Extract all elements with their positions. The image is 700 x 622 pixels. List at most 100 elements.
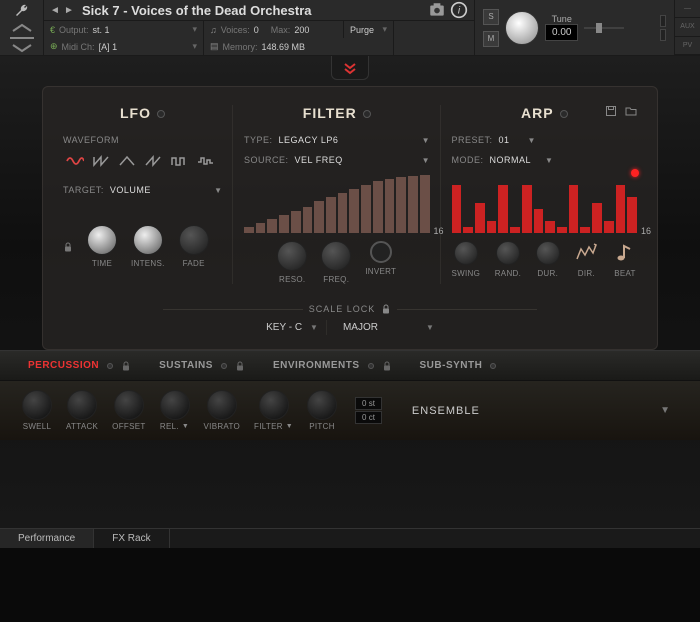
lfo-led[interactable] <box>157 110 165 118</box>
filter-section: FILTER TYPE: LEGACY LP6 ▼ SOURCE: VEL FR… <box>244 105 430 284</box>
main-area: LFO WAVEFORM TARGET: VOLUME ▼ <box>0 56 700 528</box>
pitch-readout: 0 st 0 ct <box>355 397 382 424</box>
volume-slider[interactable] <box>584 20 624 36</box>
filter-reso-knob[interactable] <box>277 241 307 271</box>
arp-dir-button[interactable] <box>574 241 598 265</box>
expand-badge[interactable] <box>331 56 369 80</box>
instrument-title: Sick 7 - Voices of the Dead Orchestra <box>76 3 426 18</box>
tab-sustains[interactable]: SUSTAINS <box>159 360 245 371</box>
filter-knob[interactable] <box>259 390 289 420</box>
prev-instrument-button[interactable]: ◄ <box>48 3 62 17</box>
instrument-header: ◄ ► Sick 7 - Voices of the Dead Orchestr… <box>0 0 700 56</box>
brand-logo <box>7 23 37 53</box>
footer-tabs: Performance FX Rack <box>0 528 700 548</box>
filter-source-row[interactable]: SOURCE: VEL FREQ ▼ <box>244 155 430 165</box>
lock-icon[interactable] <box>63 242 73 252</box>
layer-tabs: PERCUSSION SUSTAINS ENVIRONMENTS SUB-SYN… <box>0 350 700 380</box>
filter-freq-knob[interactable] <box>321 241 351 271</box>
filter-title: FILTER <box>244 105 430 121</box>
aux-button[interactable]: AUX <box>675 18 700 36</box>
waveform-selector <box>63 151 222 171</box>
arp-preset-row[interactable]: PRESET: 01 ▼ <box>452 135 638 145</box>
chevron-down-icon: ▼ <box>422 156 430 165</box>
wave-random[interactable] <box>193 151 217 171</box>
vibrato-knob[interactable] <box>207 390 237 420</box>
tab-subsynth[interactable]: SUB-SYNTH <box>420 360 497 371</box>
release-knob[interactable] <box>160 390 190 420</box>
arp-rand-knob[interactable] <box>496 241 520 265</box>
chevron-down-icon: ▼ <box>286 423 293 430</box>
filter-invert-knob[interactable] <box>370 241 392 263</box>
header-far-right: — AUX PV <box>674 0 700 55</box>
swell-knob[interactable] <box>22 390 52 420</box>
mute-button[interactable]: M <box>483 31 499 47</box>
chevron-down-icon: ▼ <box>214 186 222 195</box>
lock-icon <box>235 361 245 371</box>
wrench-icon[interactable] <box>14 3 30 19</box>
lock-icon <box>382 361 392 371</box>
tab-percussion[interactable]: PERCUSSION <box>28 360 131 371</box>
scale-lock-section: SCALE LOCK KEY - C▼ MAJOR▼ <box>63 296 637 335</box>
output-cell[interactable]: € Output: st. 1 ▾ <box>44 21 204 38</box>
wave-triangle[interactable] <box>115 151 139 171</box>
header-right: S M Tune 0.00 <box>474 0 674 55</box>
wave-saw-down[interactable] <box>89 151 113 171</box>
chevron-down-icon: ▼ <box>528 136 536 145</box>
wave-square[interactable] <box>167 151 191 171</box>
arp-step-sequencer[interactable]: 16 <box>452 175 638 233</box>
fx-panel: LFO WAVEFORM TARGET: VOLUME ▼ <box>42 86 658 350</box>
tune-knob[interactable] <box>505 11 539 45</box>
midi-cell[interactable]: ⊕ Midi Ch: [A] 1 ▾ <box>44 38 204 55</box>
filter-led[interactable] <box>363 110 371 118</box>
attack-knob[interactable] <box>67 390 97 420</box>
filter-step-sequencer[interactable]: 16 <box>244 175 430 233</box>
wave-saw-up[interactable] <box>141 151 165 171</box>
lock-icon[interactable] <box>381 304 391 314</box>
lfo-intensity-knob[interactable] <box>133 225 163 255</box>
voices-cell: ♫ Voices: 0 Max: 200 <box>204 21 344 38</box>
header-main: ◄ ► Sick 7 - Voices of the Dead Orchestr… <box>44 0 474 55</box>
filter-type-row[interactable]: TYPE: LEGACY LP6 ▼ <box>244 135 430 145</box>
performance-knob-strip: SWELL ATTACK OFFSET REL.▼ VIBRATO FILTER… <box>0 380 700 440</box>
footer-tab-fxrack[interactable]: FX Rack <box>94 529 169 548</box>
wave-sine[interactable] <box>63 151 87 171</box>
lfo-target-row[interactable]: TARGET: VOLUME ▼ <box>63 185 222 195</box>
purge-cell[interactable]: Purge ▾ <box>344 21 394 38</box>
info-icon[interactable]: i <box>450 1 468 19</box>
save-icon[interactable] <box>605 105 617 117</box>
header-left <box>0 0 44 55</box>
arp-mode-row[interactable]: MODE: NORMAL ▼ <box>452 155 638 165</box>
arp-led[interactable] <box>560 110 568 118</box>
lfo-title: LFO <box>63 105 222 121</box>
footer-tab-performance[interactable]: Performance <box>0 529 94 548</box>
folder-icon[interactable] <box>625 105 637 117</box>
scale-mode-select[interactable]: MAJOR▼ <box>335 320 442 335</box>
tune-value[interactable]: 0.00 <box>545 24 578 41</box>
offset-knob[interactable] <box>114 390 144 420</box>
svg-text:i: i <box>458 5 461 16</box>
lfo-fade-knob[interactable] <box>179 225 209 255</box>
scale-key-select[interactable]: KEY - C▼ <box>258 320 327 335</box>
output-meter <box>660 15 666 41</box>
memory-cell: ▤ Memory: 148.69 MB <box>204 38 394 55</box>
pitch-knob[interactable] <box>307 390 337 420</box>
chevron-down-icon[interactable]: ▼ <box>660 405 670 416</box>
header-info: € Output: st. 1 ▾ ♫ Voices: 0 Max: 200 P… <box>44 21 474 55</box>
lfo-time-knob[interactable] <box>87 225 117 255</box>
chevron-down-icon: ▼ <box>545 156 553 165</box>
arp-section: ARP PRESET: 01 ▼ MODE: NORMAL ▼ 16 <box>452 105 638 284</box>
pv-button[interactable]: PV <box>675 37 700 55</box>
chevron-down-icon: ▼ <box>182 423 189 430</box>
lfo-section: LFO WAVEFORM TARGET: VOLUME ▼ <box>63 105 222 284</box>
arp-dur-knob[interactable] <box>536 241 560 265</box>
arp-beat-button[interactable] <box>613 241 637 265</box>
solo-button[interactable]: S <box>483 9 499 25</box>
waveform-label: WAVEFORM <box>63 135 222 145</box>
tab-environments[interactable]: ENVIRONMENTS <box>273 360 392 371</box>
arp-swing-knob[interactable] <box>454 241 478 265</box>
minimize-button[interactable]: — <box>675 0 700 18</box>
next-instrument-button[interactable]: ► <box>62 3 76 17</box>
snapshot-icon[interactable] <box>428 1 446 19</box>
ensemble-select[interactable]: ENSEMBLE <box>412 405 646 417</box>
tune-label: Tune <box>552 14 572 24</box>
